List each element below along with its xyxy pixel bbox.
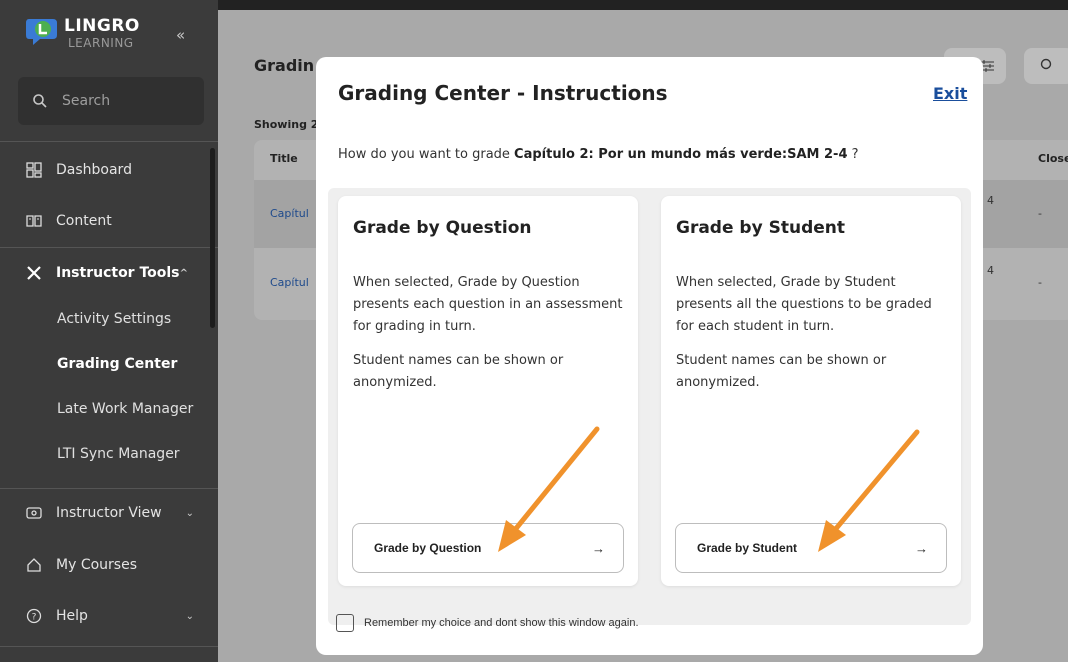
question-suffix: ? — [847, 147, 859, 162]
sidebar-item-my-courses[interactable]: My Courses — [0, 545, 210, 585]
card-description: When selected, Grade by Student presents… — [676, 272, 946, 406]
table-cell: - — [1038, 207, 1042, 220]
card-description-text: When selected, Grade by Question present… — [353, 275, 623, 334]
button-label: Grade by Question — [374, 541, 482, 555]
sidebar-item-label: Content — [56, 213, 112, 229]
modal-title: Grading Center - Instructions — [338, 81, 668, 105]
arrow-right-icon: → — [592, 540, 605, 556]
grade-by-question-button[interactable]: Grade by Question → — [352, 523, 624, 573]
column-header-title[interactable]: Title — [270, 152, 298, 165]
table-cell: 4 — [987, 194, 994, 207]
tools-icon — [27, 266, 41, 280]
grade-by-student-button[interactable]: Grade by Student → — [675, 523, 947, 573]
sidebar-item-label: Help — [56, 608, 88, 624]
sidebar-item-label: Dashboard — [56, 162, 132, 178]
sidebar-item-content[interactable]: Content — [0, 201, 210, 241]
sidebar-item-dashboard[interactable]: Dashboard — [0, 150, 210, 190]
sidebar-subitem-late-work-manager[interactable]: Late Work Manager — [57, 401, 193, 417]
activity-name: Capítulo 2: Por un mundo más verde:SAM 2… — [514, 147, 848, 162]
top-bar — [218, 0, 1068, 10]
sidebar-subitem-activity-settings[interactable]: Activity Settings — [57, 311, 171, 327]
card-description-text: Student names can be shown or anonymized… — [676, 353, 887, 390]
card-description-text: When selected, Grade by Student presents… — [676, 275, 932, 334]
remember-checkbox[interactable] — [336, 614, 354, 632]
logo-icon — [26, 19, 57, 45]
question-prefix: How do you want to grade — [338, 147, 515, 162]
home-icon — [27, 558, 41, 572]
lingro-logo[interactable]: LINGRO LEARNING — [26, 12, 146, 52]
divider — [0, 247, 218, 248]
book-icon — [26, 215, 42, 227]
search-box[interactable] — [18, 77, 204, 125]
card-title: Grade by Student — [676, 218, 845, 238]
table-cell: 4 — [987, 264, 994, 277]
card-title: Grade by Question — [353, 218, 532, 238]
sidebar-item-label: My Courses — [56, 557, 137, 573]
search-icon — [33, 94, 47, 108]
sidebar: LINGRO LEARNING « Dashboard Content — [0, 0, 218, 662]
sidebar-item-help[interactable]: ? Help ⌄ — [0, 596, 210, 636]
search-button[interactable] — [1024, 48, 1068, 84]
divider — [0, 646, 218, 647]
search-icon — [1040, 58, 1052, 70]
logo-subtext: LEARNING — [68, 36, 134, 50]
sidebar-item-label: Instructor View — [56, 505, 162, 521]
dashboard-icon — [26, 162, 42, 178]
card-description-text: Student names can be shown or anonymized… — [353, 353, 564, 390]
exit-link[interactable]: Exit — [933, 84, 967, 103]
table-cell: - — [1038, 276, 1042, 289]
help-icon: ? — [26, 608, 42, 624]
arrow-right-icon: → — [915, 540, 928, 556]
chevron-down-icon: ⌄ — [185, 610, 194, 622]
chevron-up-icon: ^ — [179, 267, 188, 279]
divider — [0, 141, 218, 142]
sidebar-item-label: Instructor Tools — [56, 265, 180, 281]
sidebar-item-instructor-view[interactable]: Instructor View ⌄ — [0, 493, 210, 533]
eye-icon — [26, 507, 42, 519]
svg-text:?: ? — [32, 613, 37, 623]
sidebar-subitem-lti-sync-manager[interactable]: LTI Sync Manager — [57, 446, 180, 462]
showing-count: Showing 2 — [254, 118, 319, 131]
sidebar-subitem-grading-center[interactable]: Grading Center — [57, 356, 177, 372]
sidebar-scrollbar[interactable] — [210, 148, 215, 328]
grade-by-student-card: Grade by Student When selected, Grade by… — [661, 196, 961, 586]
activity-link[interactable]: Capítul — [270, 207, 309, 220]
sidebar-item-instructor-tools[interactable]: Instructor Tools ^ — [0, 253, 210, 293]
collapse-sidebar-icon[interactable]: « — [176, 26, 185, 44]
button-label: Grade by Student — [697, 541, 798, 555]
search-input[interactable] — [62, 93, 192, 109]
activity-link[interactable]: Capítul — [270, 276, 309, 289]
page-title: Gradin — [254, 56, 315, 75]
grading-options: Grade by Question When selected, Grade b… — [328, 188, 971, 625]
grading-instructions-modal: Grading Center - Instructions Exit How d… — [316, 57, 983, 655]
grade-by-question-card: Grade by Question When selected, Grade b… — [338, 196, 638, 586]
remember-choice[interactable]: Remember my choice and dont show this wi… — [336, 614, 639, 632]
grading-question: How do you want to grade Capítulo 2: Por… — [338, 147, 859, 162]
card-description: When selected, Grade by Question present… — [353, 272, 623, 406]
logo-text: LINGRO — [64, 16, 140, 36]
column-header-close[interactable]: Close — [1038, 152, 1068, 165]
remember-label: Remember my choice and dont show this wi… — [364, 617, 639, 629]
chevron-down-icon: ⌄ — [185, 507, 194, 519]
divider — [0, 488, 218, 489]
